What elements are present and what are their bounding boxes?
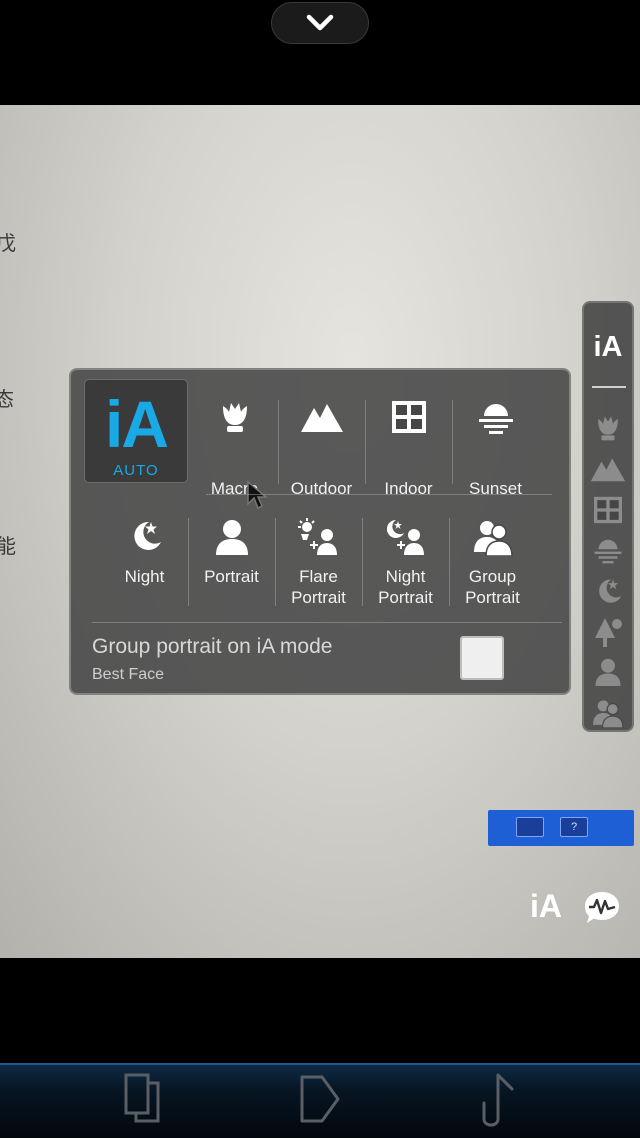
- scene-label: Night Portrait: [378, 567, 433, 607]
- scene-label: Outdoor: [290, 479, 353, 498]
- scene-outdoor[interactable]: Outdoor: [278, 400, 365, 512]
- rail-ia-label: iA: [593, 331, 623, 363]
- scene-group-portrait[interactable]: Group Portrait: [449, 518, 536, 630]
- moon-star-icon: [133, 521, 161, 550]
- person-icon: [215, 520, 248, 555]
- divider: [275, 518, 276, 606]
- back-icon[interactable]: [474, 1069, 522, 1133]
- divider: [362, 518, 363, 606]
- person-icon: [595, 658, 621, 686]
- divider: [278, 400, 279, 484]
- divider: [365, 400, 366, 484]
- tulip-icon: [222, 403, 247, 432]
- tulip-icon: [598, 416, 618, 441]
- divider: [206, 494, 552, 495]
- group-portrait-checkbox[interactable]: [460, 636, 504, 680]
- group-icon: [593, 700, 624, 728]
- background-taskbar-icon: ?: [560, 817, 588, 837]
- auto-mode-button[interactable]: iA AUTO: [84, 379, 188, 483]
- collapse-button[interactable]: [271, 2, 369, 44]
- flare-portrait-icon: [297, 518, 337, 555]
- rail-divider: [592, 386, 626, 388]
- moon-star-icon: [599, 579, 622, 603]
- scene-sunset[interactable]: Sunset: [452, 400, 539, 512]
- scene-indoor[interactable]: Indoor: [365, 400, 452, 512]
- background-text: 戊: [0, 231, 16, 255]
- divider: [452, 400, 453, 484]
- window-icon: [391, 401, 426, 433]
- ia-mode-indicator[interactable]: iA: [530, 888, 562, 925]
- sunset-icon: [478, 404, 513, 434]
- background-text: 态: [0, 387, 14, 411]
- scene-label: Portrait: [204, 567, 259, 586]
- night-portrait-icon: [386, 519, 424, 555]
- group-portrait-option-subtitle: Best Face: [92, 666, 165, 683]
- anti-shake-icon[interactable]: [583, 889, 621, 927]
- scene-macro[interactable]: Macro: [191, 400, 278, 512]
- cursor-icon: [247, 480, 269, 510]
- scene-rail[interactable]: iA: [582, 301, 634, 732]
- scene-flare-portrait[interactable]: Flare Portrait: [275, 518, 362, 630]
- scene-night-portrait[interactable]: Night Portrait: [362, 518, 449, 630]
- auto-label: AUTO: [113, 462, 159, 479]
- scene-label: Group Portrait: [465, 567, 520, 607]
- group-portrait-option-title: Group portrait on iA mode: [92, 635, 333, 658]
- background-taskbar: ?: [488, 810, 634, 846]
- scene-label: Sunset: [469, 479, 522, 498]
- tree-icon: [595, 618, 622, 647]
- window-icon: [594, 496, 622, 524]
- recent-apps-icon[interactable]: [120, 1069, 164, 1129]
- scene-portrait[interactable]: Portrait: [188, 518, 275, 630]
- scene-label: Flare Portrait: [291, 567, 346, 607]
- sunset-icon: [594, 539, 622, 564]
- mountain-icon: [300, 404, 343, 432]
- scene-label: Indoor: [384, 479, 433, 498]
- scene-label: Night: [124, 567, 165, 586]
- chevron-down-icon: [306, 14, 334, 31]
- divider: [449, 518, 450, 606]
- home-icon[interactable]: [296, 1069, 344, 1129]
- mountain-icon: [590, 458, 626, 482]
- ia-logo: iA: [105, 387, 169, 461]
- status-area: [0, 0, 640, 105]
- scene-night[interactable]: Night: [101, 518, 188, 630]
- background-text: 能: [0, 534, 16, 558]
- scene-selection-panel: iA AUTO Macro Outdoor Indoor Sunset Nigh…: [69, 368, 571, 695]
- group-icon: [473, 521, 513, 556]
- divider: [188, 518, 189, 606]
- background-taskbar-icon: [516, 817, 544, 837]
- divider: [92, 622, 562, 623]
